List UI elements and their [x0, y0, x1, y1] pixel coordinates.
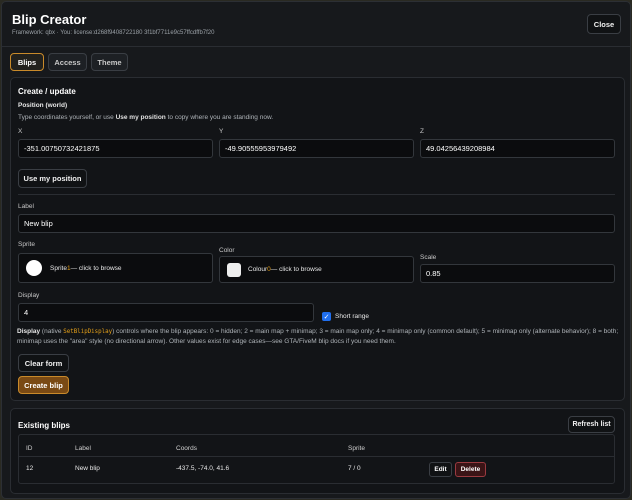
use-my-position-button[interactable]: Use my position [18, 169, 87, 188]
section-divider [18, 194, 615, 195]
row-id: 12 [26, 465, 34, 472]
row-label: New blip [75, 465, 100, 472]
z-input[interactable]: 49.04256439208984 [420, 139, 615, 158]
display-input[interactable]: 4 [18, 303, 314, 322]
blips-table: ID Label Coords Sprite 12 New blip -437.… [18, 434, 615, 484]
y-input[interactable]: -49.90555953979492 [219, 139, 414, 158]
sprite-picker[interactable]: Sprite 1 — click to browse [18, 253, 213, 283]
delete-button[interactable]: Delete [455, 462, 486, 477]
y-label: Y [219, 128, 224, 135]
edit-button[interactable]: Edit [429, 462, 452, 477]
close-button[interactable]: Close [587, 14, 621, 34]
color-swatch-icon [227, 262, 241, 277]
short-range-checkbox[interactable]: ✓ [322, 312, 331, 321]
scale-input[interactable]: 0.85 [420, 264, 615, 283]
create-section-title: Create / update [18, 87, 76, 96]
x-input[interactable]: -351.00750732421875 [18, 139, 213, 158]
column-header-sprite: Sprite [348, 445, 365, 452]
row-sprite: 7 / 0 [348, 465, 361, 472]
clear-form-button[interactable]: Clear form [18, 354, 69, 372]
create-update-panel [10, 77, 625, 401]
position-help: Type coordinates yourself, or use Use my… [18, 114, 274, 121]
app-subtitle: Framework: qbx · You: license:d268f94087… [12, 30, 215, 36]
display-label: Display [18, 292, 40, 299]
create-blip-button[interactable]: Create blip [18, 376, 69, 394]
label-field-label: Label [18, 203, 34, 210]
color-label: Color [219, 247, 235, 254]
column-header-coords: Coords [176, 445, 197, 452]
sprite-label: Sprite [18, 241, 35, 248]
sprite-preview-icon [26, 260, 42, 276]
z-label: Z [420, 128, 424, 135]
table-header-divider [19, 456, 614, 457]
label-input[interactable]: New blip [18, 214, 615, 233]
x-label: X [18, 128, 23, 135]
short-range-label: Short range [335, 313, 369, 320]
position-label: Position (world) [18, 102, 68, 109]
app-title: Blip Creator [12, 12, 87, 27]
existing-section-title: Existing blips [18, 421, 71, 430]
column-header-label: Label [75, 445, 91, 452]
title-bar: Blip Creator Framework: qbx · You: licen… [2, 2, 630, 46]
row-coords: -437.5, -74.0, 41.6 [176, 465, 230, 472]
color-picker[interactable]: Colour 0 — click to browse [219, 256, 414, 283]
tab-blips[interactable]: Blips [10, 53, 44, 71]
display-help: Display (native SetBlipDisplay) controls… [17, 328, 619, 345]
tab-access[interactable]: Access [48, 53, 87, 71]
blip-creator-window: Blip Creator Framework: qbx · You: licen… [1, 1, 631, 499]
title-divider [2, 46, 630, 47]
refresh-list-button[interactable]: Refresh list [568, 416, 615, 433]
tab-theme[interactable]: Theme [91, 53, 128, 71]
column-header-id: ID [26, 445, 33, 452]
scale-label: Scale [420, 254, 437, 261]
